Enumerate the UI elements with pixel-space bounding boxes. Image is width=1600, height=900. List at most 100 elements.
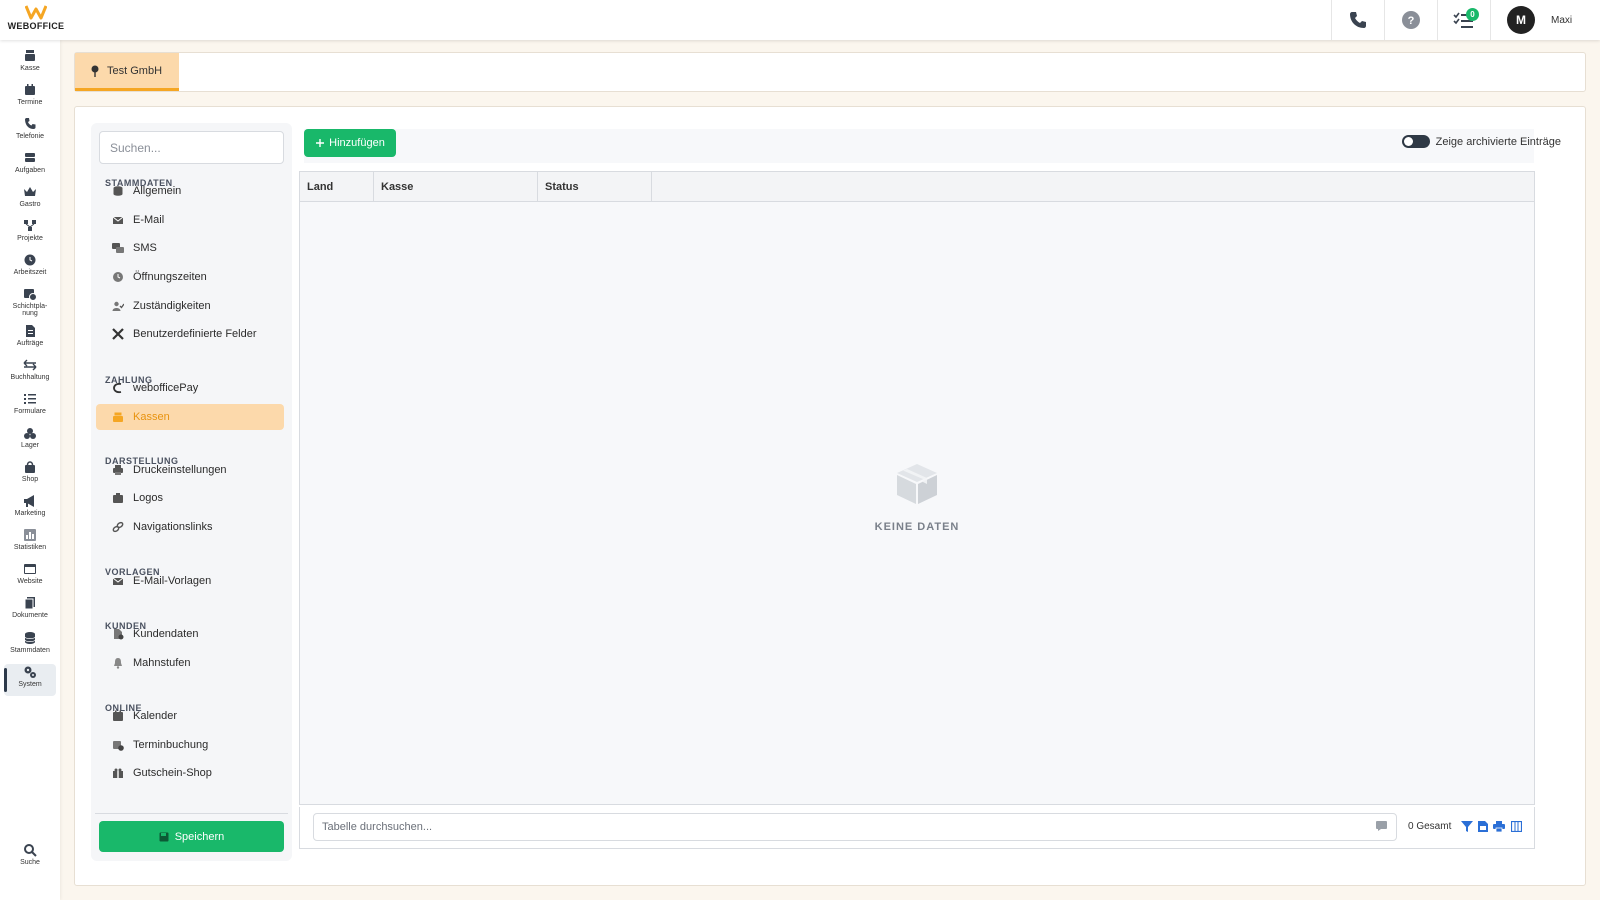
nav-label: Statistiken xyxy=(13,544,47,551)
settings-item-druckeinstellungen[interactable]: Druckeinstellungen xyxy=(96,457,284,483)
shift-icon xyxy=(24,289,37,301)
column-header-status[interactable]: Status xyxy=(538,172,652,201)
settings-item-e-mail-vorlagen[interactable]: E-Mail-Vorlagen xyxy=(96,568,284,594)
table-header: Land Kasse Status xyxy=(300,172,1534,202)
user-name: Maxi xyxy=(1551,14,1573,26)
task-count-badge: 0 xyxy=(1466,8,1479,21)
settings-item-öffnungszeiten[interactable]: Öffnungszeiten xyxy=(96,264,284,290)
settings-item-label: Allgemein xyxy=(133,185,182,197)
nav-item-projekte[interactable]: Projekte xyxy=(4,218,56,250)
nav-item-dokumente[interactable]: Dokumente xyxy=(4,595,56,627)
settings-item-label: E-Mail-Vorlagen xyxy=(133,575,212,587)
nav-item-lager[interactable]: Lager xyxy=(4,425,56,457)
browser-icon xyxy=(24,564,36,574)
settings-item-terminbuchung[interactable]: Terminbuchung xyxy=(96,732,284,758)
settings-item-e-mail[interactable]: E-Mail xyxy=(96,207,284,233)
gift-icon xyxy=(113,768,123,778)
nav-label: Suche xyxy=(20,859,40,866)
weboffice-logo[interactable]: WEBOFFICE xyxy=(6,4,66,36)
archived-toggle[interactable]: Zeige archivierte Einträge xyxy=(1401,135,1561,148)
nav-item-termine[interactable]: Termine xyxy=(4,82,56,114)
user-menu[interactable]: M Maxi xyxy=(1490,0,1600,40)
settings-item-logos[interactable]: Logos xyxy=(96,485,284,511)
settings-item-allgemein[interactable]: Allgemein xyxy=(96,178,284,204)
nav-item-telefonie[interactable]: Telefonie xyxy=(4,116,56,148)
column-header-land[interactable]: Land xyxy=(300,172,374,201)
nav-item-aufträge[interactable]: Aufträge xyxy=(4,323,56,355)
nav-label: Lager xyxy=(21,442,39,449)
logo-text: WEBOFFICE xyxy=(7,21,65,31)
comment-icon xyxy=(1376,821,1387,831)
nav-item-suche[interactable]: Suche xyxy=(4,842,56,874)
columns-icon[interactable] xyxy=(1511,821,1522,832)
settings-item-label: Terminbuchung xyxy=(133,739,209,751)
column-header-kasse[interactable]: Kasse xyxy=(374,172,538,201)
settings-search-input[interactable] xyxy=(99,131,284,164)
settings-item-sms[interactable]: SMS xyxy=(96,235,284,261)
settings-item-gutschein-shop[interactable]: Gutschein-Shop xyxy=(96,760,284,786)
nav-label: Buchhaltung xyxy=(10,374,50,381)
settings-sidebar: STAMMDATENAllgemeinE-MailSMSÖffnungszeit… xyxy=(91,123,292,861)
settings-item-mahnstufen[interactable]: Mahnstufen xyxy=(96,650,284,676)
nav-item-statistiken[interactable]: Statistiken xyxy=(4,527,56,559)
nav-label: Projekte xyxy=(17,235,43,242)
customer-file-icon xyxy=(114,629,124,640)
print-icon[interactable] xyxy=(1493,821,1505,832)
table-search-input[interactable] xyxy=(313,813,1397,841)
help-button[interactable]: ? xyxy=(1384,0,1437,40)
settings-item-kalender[interactable]: Kalender xyxy=(96,703,284,729)
settings-item-kundendaten[interactable]: Kundendaten xyxy=(96,621,284,647)
settings-item-navigationslinks[interactable]: Navigationslinks xyxy=(96,514,284,540)
sms-icon xyxy=(112,243,124,253)
megaphone-icon xyxy=(24,495,34,507)
nav-item-formulare[interactable]: Formulare xyxy=(4,391,56,423)
crown-icon xyxy=(24,187,36,196)
bag-icon xyxy=(25,461,35,473)
nav-item-stammdaten[interactable]: Stammdaten xyxy=(4,630,56,662)
nav-item-kasse[interactable]: Kasse xyxy=(4,48,56,80)
settings-item-label: Öffnungszeiten xyxy=(133,271,207,283)
add-button[interactable]: Hinzufügen xyxy=(304,129,396,157)
divider xyxy=(95,813,288,814)
left-nav: Suche Kasse Termine Telefonie Aufgaben Gastr… xyxy=(0,40,60,900)
nav-label: Shop xyxy=(21,476,39,483)
settings-item-label: Logos xyxy=(133,492,163,504)
order-icon xyxy=(26,325,35,337)
exchange-icon xyxy=(23,359,37,371)
register-icon xyxy=(113,412,123,422)
filter-icon[interactable] xyxy=(1461,821,1473,832)
nav-label: Marketing xyxy=(14,510,46,517)
export-icon[interactable] xyxy=(1478,821,1488,832)
settings-item-cut-off[interactable] xyxy=(96,800,284,813)
nav-item-aufgaben[interactable]: Aufgaben xyxy=(4,150,56,182)
nav-item-marketing[interactable]: Marketing xyxy=(4,493,56,525)
nav-item-buchhaltung[interactable]: Buchhaltung xyxy=(4,357,56,389)
tasks-button[interactable]: 0 xyxy=(1437,0,1490,40)
nav-item-gastro[interactable]: Gastro xyxy=(4,184,56,216)
envelope-icon xyxy=(112,216,124,224)
nav-item-website[interactable]: Website xyxy=(4,561,56,593)
settings-item-webofficepay[interactable]: webofficePay xyxy=(96,375,284,401)
chart-icon xyxy=(24,529,36,541)
settings-item-benutzerdefinierte-felder[interactable]: Benutzerdefinierte Felder xyxy=(96,321,284,347)
empty-state: KEINE DATEN xyxy=(300,462,1534,533)
save-button[interactable]: Speichern xyxy=(99,821,284,852)
nav-item-arbeitszeit[interactable]: Arbeitszeit xyxy=(4,252,56,284)
nav-item-schichtpla-nung[interactable]: Schichtpla- nung xyxy=(4,286,56,318)
register-icon xyxy=(25,50,35,61)
settings-item-label: Kalender xyxy=(133,710,178,722)
settings-item-label: webofficePay xyxy=(133,382,199,394)
location-tab-test-gmbh[interactable]: Test GmbH xyxy=(75,53,179,91)
settings-item-label: Gutschein-Shop xyxy=(133,767,212,779)
data-table: Land Kasse Status KEINE DATEN xyxy=(299,171,1535,805)
toggle-switch[interactable] xyxy=(1401,135,1430,148)
nav-item-system[interactable]: System xyxy=(4,664,56,696)
settings-item-kassen[interactable]: Kassen xyxy=(96,404,284,430)
tasks-icon xyxy=(25,153,35,162)
settings-item-zuständigkeiten[interactable]: Zuständigkeiten xyxy=(96,293,284,319)
nav-label: System xyxy=(18,681,42,688)
nav-item-shop[interactable]: Shop xyxy=(4,459,56,491)
nav-label: Aufträge xyxy=(16,340,44,347)
nav-label: Dokumente xyxy=(12,612,48,619)
phone-button[interactable] xyxy=(1331,0,1384,40)
